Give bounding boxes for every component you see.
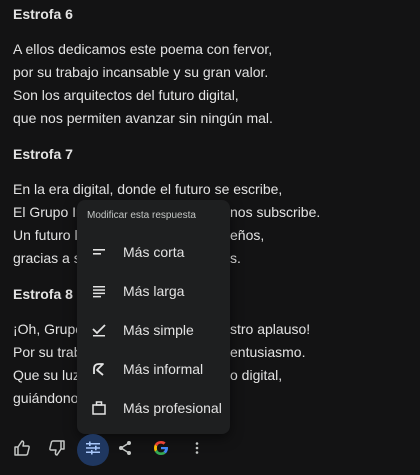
stanza-line: En la era digital, donde el futuro se es… (13, 181, 283, 197)
check-simple-icon (89, 320, 109, 340)
thumbs-up-icon (13, 439, 31, 462)
stanza-line-tail: eños, (230, 227, 265, 243)
share-button[interactable] (109, 434, 141, 466)
menu-item-label: Más informal (123, 360, 204, 377)
menu-item-simpler[interactable]: Más simple (77, 310, 230, 349)
menu-item-label: Más profesional (123, 399, 222, 416)
thumbs-down-icon (48, 439, 66, 462)
stanza-line-tail: o digital, (230, 367, 283, 383)
share-icon (116, 439, 134, 462)
stanza-line: Que su luz (13, 367, 80, 383)
menu-header: Modificar esta respuesta (87, 210, 196, 221)
stanza-title: Estrofa 7 (13, 146, 73, 162)
stanza-line-tail: stro aplauso! (230, 321, 311, 337)
modify-response-icon (84, 439, 102, 462)
modify-response-button[interactable] (77, 434, 109, 466)
menu-item-professional[interactable]: Más profesional (77, 388, 230, 427)
menu-item-shorter[interactable]: Más corta (77, 232, 230, 271)
informal-icon (89, 359, 109, 379)
stanza-line: Un futuro l (13, 227, 78, 243)
stanza-line: por su trabajo incansable y su gran valo… (13, 64, 269, 80)
thumbs-up-button[interactable] (6, 434, 38, 466)
more-vert-icon (188, 439, 206, 462)
menu-item-informal[interactable]: Más informal (77, 349, 230, 388)
stanza-line: que nos permiten avanzar sin ningún mal. (13, 110, 273, 126)
stanza-line: Son los arquitectos del futuro digital, (13, 87, 239, 103)
stanza-line-tail: entusiasmo. (230, 344, 306, 360)
stanza-line: Por su trab (13, 344, 82, 360)
more-options-button[interactable] (181, 434, 213, 466)
modify-response-menu: Modificar esta respuesta Más corta Más l… (77, 200, 230, 434)
short-text-icon (89, 242, 109, 262)
google-icon (152, 439, 170, 462)
stanza-line-tail: s. (230, 250, 241, 266)
stanza-title: Estrofa 8 (13, 286, 73, 302)
menu-item-longer[interactable]: Más larga (77, 271, 230, 310)
google-search-button[interactable] (145, 434, 177, 466)
menu-item-label: Más simple (123, 321, 194, 338)
stanza-line: El Grupo In (13, 204, 84, 220)
menu-item-label: Más larga (123, 282, 185, 299)
menu-item-label: Más corta (123, 243, 185, 260)
briefcase-icon (89, 398, 109, 418)
long-text-icon (89, 281, 109, 301)
stanza-line: guiándono (13, 390, 79, 406)
stanza-line: gracias a s (13, 250, 81, 266)
stanza-title: Estrofa 6 (13, 6, 73, 22)
stanza-line-tail: nos subscribe. (230, 204, 321, 220)
thumbs-down-button[interactable] (41, 434, 73, 466)
stanza-line: A ellos dedicamos este poema con fervor, (13, 41, 273, 57)
stanza-line: ¡Oh, Grupo (13, 321, 84, 337)
